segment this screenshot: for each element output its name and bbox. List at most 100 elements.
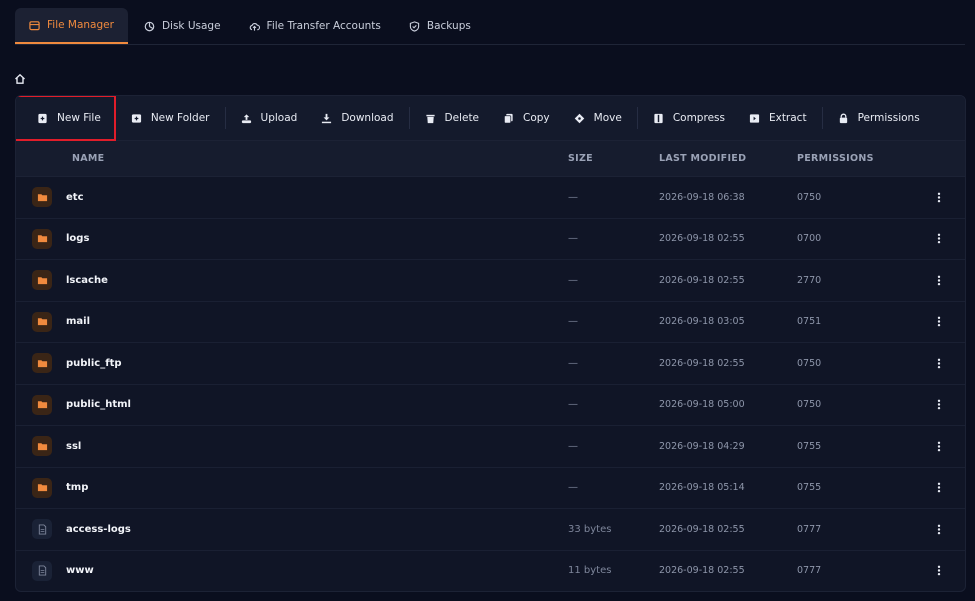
tab-backups[interactable]: Backups — [397, 8, 483, 44]
more-vertical-icon — [937, 192, 941, 203]
row-modified: 2026-09-18 02:55 — [659, 274, 745, 286]
row-permissions: 0750 — [797, 399, 822, 411]
download-button[interactable]: Download — [309, 96, 405, 140]
more-vertical-icon — [937, 316, 941, 327]
row-name[interactable]: tmp — [66, 482, 88, 493]
new-folder-label: New Folder — [150, 112, 210, 124]
tab-disk-usage[interactable]: Disk Usage — [132, 8, 233, 44]
row-name[interactable]: www — [66, 565, 94, 576]
compress-button[interactable]: Compress — [641, 96, 737, 140]
more-vertical-icon — [937, 275, 941, 286]
row-actions-menu[interactable] — [932, 232, 946, 246]
permissions-label: Permissions — [857, 112, 920, 124]
folder-icon — [29, 20, 40, 30]
table-row[interactable]: ssl — 2026-09-18 04:29 0755 — [16, 426, 965, 468]
column-name[interactable]: NAME — [72, 153, 104, 164]
tab-label: File Manager — [47, 19, 114, 31]
table-row[interactable]: mail — 2026-09-18 03:05 0751 — [16, 302, 965, 343]
folder-icon — [37, 235, 47, 243]
tab-file-manager[interactable]: File Manager — [15, 8, 128, 44]
more-vertical-icon — [937, 482, 941, 493]
row-size: — — [568, 440, 578, 452]
more-vertical-icon — [937, 441, 941, 452]
home-icon — [15, 73, 25, 84]
row-actions-menu[interactable] — [932, 190, 946, 204]
row-permissions: 0751 — [797, 316, 822, 328]
download-icon — [322, 113, 332, 123]
folder-icon — [37, 401, 47, 409]
row-actions-menu[interactable] — [932, 564, 946, 578]
toolbar-divider — [408, 107, 410, 129]
new-file-button[interactable]: New File — [16, 96, 119, 140]
column-size[interactable]: SIZE — [568, 153, 593, 164]
breadcrumb-home[interactable] — [14, 70, 26, 84]
row-name[interactable]: public_html — [66, 399, 131, 410]
folder-icon — [37, 318, 47, 326]
tab-label: Backups — [426, 20, 471, 32]
table-row[interactable]: access-logs 33 bytes 2026-09-18 02:55 0777 — [16, 509, 965, 551]
column-permissions[interactable]: PERMISSIONS — [797, 153, 874, 164]
table-row[interactable]: tmp — 2026-09-18 05:14 0755 — [16, 468, 965, 509]
table-row[interactable]: etc — 2026-09-18 06:38 0750 — [16, 177, 965, 219]
permissions-button[interactable]: Permissions — [826, 96, 932, 140]
folder-icon-badge — [32, 394, 52, 415]
row-modified: 2026-09-18 02:55 — [659, 233, 745, 245]
row-name[interactable]: access-logs — [66, 524, 131, 535]
table-row[interactable]: public_html — 2026-09-18 05:00 0750 — [16, 385, 965, 426]
new-folder-button[interactable]: New Folder — [119, 96, 222, 140]
row-name[interactable]: etc — [66, 192, 84, 203]
row-modified: 2026-09-18 02:55 — [659, 565, 745, 577]
row-name[interactable]: lscache — [66, 275, 108, 286]
row-permissions: 0777 — [797, 565, 822, 577]
shield-icon — [409, 20, 420, 32]
table-row[interactable]: logs — 2026-09-18 02:55 0700 — [16, 219, 965, 260]
tab-file-transfer-accounts[interactable]: File Transfer Accounts — [237, 8, 393, 44]
row-modified: 2026-09-18 03:05 — [659, 316, 745, 328]
file-list: etc — 2026-09-18 06:38 0750 logs — 2026-09-18 … — [16, 177, 965, 592]
column-last-modified[interactable]: LAST MODIFIED — [659, 153, 746, 164]
table-row[interactable]: public_ftp — 2026-09-18 02:55 0750 — [16, 343, 965, 385]
row-name[interactable]: logs — [66, 233, 89, 244]
tab-label: Disk Usage — [161, 20, 221, 32]
row-actions-menu[interactable] — [932, 356, 946, 370]
table-row[interactable]: lscache — 2026-09-18 02:55 2770 — [16, 260, 965, 302]
row-actions-menu[interactable] — [932, 439, 946, 453]
toolbar-divider — [821, 107, 823, 129]
folder-icon-badge — [32, 270, 52, 291]
folder-icon — [37, 484, 47, 492]
row-name[interactable]: mail — [66, 316, 90, 327]
row-actions-menu[interactable] — [932, 398, 946, 412]
row-actions-menu[interactable] — [932, 315, 946, 329]
extract-button[interactable]: Extract — [737, 96, 819, 140]
move-icon — [574, 113, 584, 123]
table-row[interactable]: www 11 bytes 2026-09-18 02:55 0777 — [16, 551, 965, 592]
row-permissions: 0755 — [797, 440, 822, 452]
cloud-upload-icon — [249, 22, 260, 31]
copy-button[interactable]: Copy — [491, 96, 562, 140]
file-icon-badge — [32, 519, 52, 540]
more-vertical-icon — [937, 358, 941, 369]
archive-icon — [654, 113, 663, 123]
row-name[interactable]: ssl — [66, 441, 81, 452]
upload-button[interactable]: Upload — [229, 96, 310, 140]
row-actions-menu[interactable] — [932, 522, 946, 536]
folder-icon — [37, 194, 47, 201]
row-size: — — [568, 482, 578, 494]
row-permissions: 0750 — [797, 191, 822, 203]
row-actions-menu[interactable] — [932, 481, 946, 495]
folder-plus-icon — [131, 113, 141, 123]
move-button[interactable]: Move — [562, 96, 634, 140]
row-name[interactable]: public_ftp — [66, 358, 122, 369]
row-modified: 2026-09-18 05:00 — [659, 399, 745, 411]
file-icon — [38, 565, 46, 576]
delete-button[interactable]: Delete — [413, 96, 492, 140]
folder-icon-badge — [32, 436, 52, 457]
row-permissions: 0700 — [797, 233, 822, 245]
tab-label: File Transfer Accounts — [266, 20, 381, 32]
trash-icon — [425, 114, 435, 123]
row-size: — — [568, 274, 578, 286]
row-permissions: 0755 — [797, 482, 822, 494]
toolbar: New File New Folder Upload Download Dele… — [16, 96, 965, 141]
row-modified: 2026-09-18 06:38 — [659, 191, 745, 203]
row-actions-menu[interactable] — [932, 273, 946, 287]
